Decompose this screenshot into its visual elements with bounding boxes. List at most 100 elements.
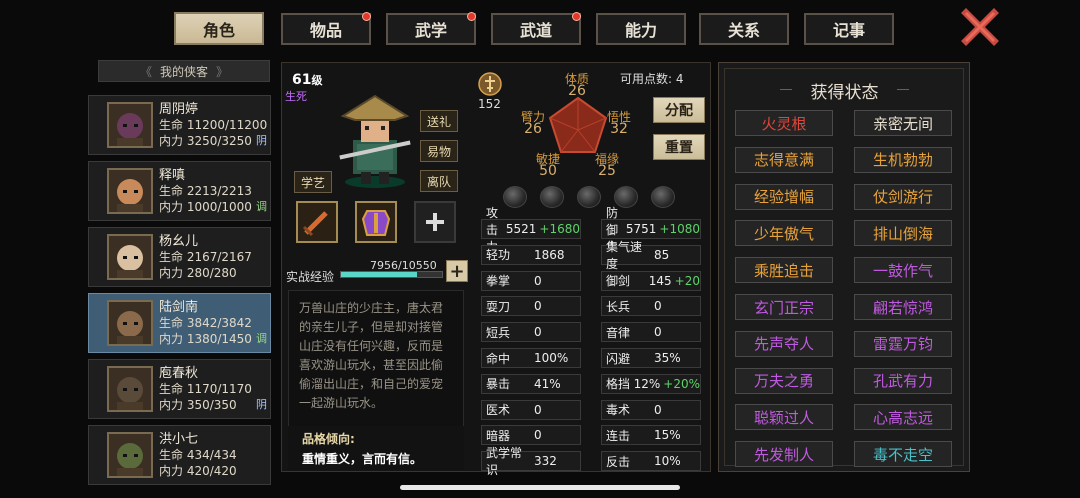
orb-slot-icon[interactable] [503,186,527,208]
weapon-slot[interactable] [296,201,338,243]
divider [780,89,792,90]
stat-bonus: +1680 [539,222,580,236]
stat-value: 5751 [625,222,657,236]
trait-text: 重情重义，言而有信。 [302,452,423,466]
member-hp: 生命 3842/3842 [159,316,252,330]
tab-5[interactable]: 能力 [596,13,686,45]
stat-label: 闪避 [606,351,631,366]
member-mp: 内力 3250/3250 [159,134,252,148]
tab-7[interactable]: 记事 [804,13,894,45]
stat-label: 毒术 [606,403,631,418]
member-hp: 生命 1170/1170 [159,382,252,396]
status-effect[interactable]: 聪颖过人 [735,404,833,431]
tab-label: 记事 [832,21,865,40]
member-mp: 内力 1000/1000 [159,200,252,214]
status-effect[interactable]: 先发制人 [735,441,833,468]
member-hp: 生命 2167/2167 [159,250,252,264]
trait-box: 品格倾向: 重情重义，言而有信。 [288,426,464,470]
attr-bili-value: 26 [524,121,542,137]
stat-row: 攻击力5521+1680 [481,206,581,254]
stat-label: 反击 [606,454,631,469]
status-effect[interactable]: 乘胜追击 [735,257,833,284]
stat-row: 音律 0 [601,322,701,343]
stat-label: 医术 [486,403,511,418]
orb-slot-icon[interactable] [540,186,564,208]
learn-skill-button[interactable]: 学艺 [294,171,332,193]
tab-label: 物品 [309,21,342,40]
status-panel-title: 获得状态 [810,83,879,103]
status-effect[interactable]: 志得意满 [735,146,833,173]
stat-label: 连击 [606,428,631,443]
avatar [107,234,153,280]
member-mp: 内力 420/420 [159,464,237,478]
trait-title: 品格倾向: [302,432,355,446]
status-effect[interactable]: 仗剑游行 [854,183,952,210]
stat-value: 10% [654,454,681,469]
party-member[interactable]: 陆剑南 生命 3842/3842 内力 1380/1450 调 [88,293,271,353]
exp-bar [340,271,443,278]
stat-label: 御剑 [606,274,631,289]
status-effect[interactable]: 生机勃勃 [854,146,952,173]
tab-2[interactable]: 物品 [281,12,371,45]
stat-value: 100% [534,351,569,365]
party-member[interactable]: 洪小七 生命 434/434 内力 420/420 [88,425,271,485]
add-equipment-slot[interactable] [414,201,456,243]
status-effect[interactable]: 毒不走空 [854,441,952,468]
exp-label: 实战经验 [286,270,335,284]
stat-row: 耍刀 0 [481,296,581,317]
tab-label: 关系 [727,21,760,40]
tab-1[interactable]: 角色 [174,12,264,45]
status-effect[interactable]: 先声夺人 [735,330,833,357]
status-effect[interactable]: 玄门正宗 [735,294,833,320]
status-effect[interactable]: 孔武有力 [854,367,952,394]
reset-button[interactable]: 重置 [653,134,705,160]
allocate-button[interactable]: 分配 [653,97,705,123]
attr-minjie-value: 50 [539,163,557,179]
trade-button[interactable]: 易物 [420,140,458,162]
party-member[interactable]: 庖春秋 生命 1170/1170 内力 350/350 阴 [88,359,271,419]
stat-value: 0 [654,402,662,417]
member-name: 陆剑南 [159,300,199,315]
status-effect[interactable]: 亲密无间 [854,110,952,136]
orb-slot-icon[interactable] [651,186,675,208]
tab-3[interactable]: 武学 [386,12,476,45]
gift-button[interactable]: 送礼 [420,110,458,132]
stat-bonus: +20 [674,273,700,288]
armor-icon [361,210,391,236]
party-member[interactable]: 杨幺儿 生命 2167/2167 内力 280/280 [88,227,271,287]
party-member[interactable]: 释嗔 生命 2213/2213 内力 1000/1000 调 [88,161,271,221]
member-mp: 内力 1380/1450 [159,332,252,346]
status-effect[interactable]: 雷霆万钧 [854,330,952,357]
stat-label: 暗器 [486,428,511,443]
status-effect[interactable]: 少年傲气 [735,220,833,247]
power-value: 152 [478,97,501,111]
close-icon[interactable] [960,8,1000,46]
status-effect[interactable]: 排山倒海 [854,220,952,247]
tab-label: 能力 [624,21,657,40]
leave-party-button[interactable]: 离队 [420,170,458,192]
stat-row: 毒术 0 [601,399,701,420]
stat-value: 0 [534,299,542,314]
status-effect[interactable]: 心高志远 [854,404,952,431]
stat-value: 35% [654,351,681,365]
tab-6[interactable]: 关系 [699,13,789,45]
orb-slot-icon[interactable] [577,186,601,208]
stat-label: 耍刀 [486,299,511,314]
status-effect[interactable]: 火灵根 [735,110,833,136]
tab-4[interactable]: 武道 [491,12,581,45]
status-effect[interactable]: 翩若惊鸿 [854,294,952,320]
stat-row: 暴击 41% [481,373,581,394]
status-effect[interactable]: 一鼓作气 [854,257,952,284]
tab-label: 武学 [414,21,447,40]
stat-row: 连击 15% [601,425,701,446]
attribute-radar [548,96,608,153]
party-member[interactable]: 周阴婷 生命 11200/11200 内力 3250/3250 阴 [88,95,271,155]
add-exp-button[interactable]: + [446,260,468,282]
status-effect[interactable]: 万夫之勇 [735,367,833,394]
member-mp: 内力 350/350 [159,398,237,412]
armor-slot[interactable] [355,201,397,243]
stat-value: 0 [534,273,542,288]
stat-value: 0 [534,428,542,443]
stat-value: 0 [654,299,662,314]
status-effect[interactable]: 经验增幅 [735,183,833,210]
